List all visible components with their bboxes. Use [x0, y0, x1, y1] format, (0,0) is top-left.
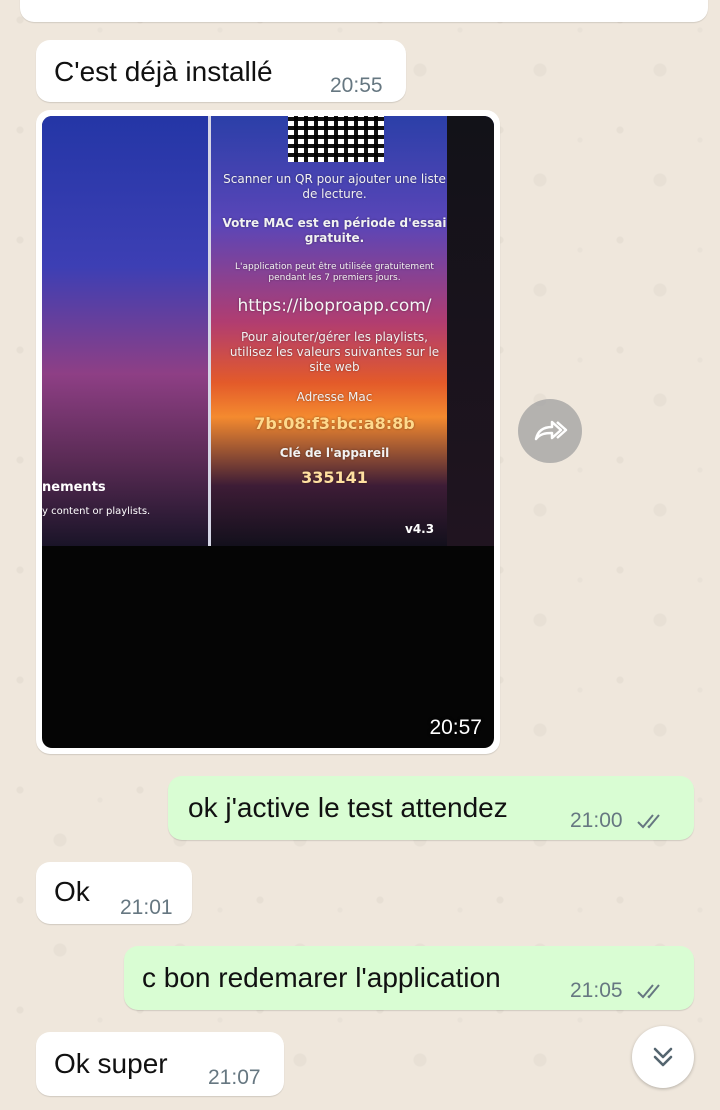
- message-bubble-outgoing[interactable]: c bon redemarer l'application 21:05: [124, 946, 694, 1010]
- message-bubble-incoming[interactable]: Ok super 21:07: [36, 1032, 284, 1096]
- tv-manage-text: Pour ajouter/gérer les playlists, utilis…: [229, 330, 440, 374]
- tv-right-edge: [447, 116, 494, 546]
- forward-icon: [534, 420, 568, 441]
- tv-trial-text: Votre MAC est en période d'essai gratuit…: [222, 216, 447, 245]
- tv-key-label: Clé de l'appareil: [279, 446, 390, 460]
- tv-mac-value: 7b:08:f3:bc:a8:8b: [254, 414, 415, 433]
- message-time: 20:55: [330, 74, 383, 97]
- shared-photo[interactable]: nements y content or playlists. Scanner …: [42, 116, 494, 748]
- message-text: ok j'active le test attendez: [188, 792, 508, 823]
- scroll-to-bottom-button[interactable]: [632, 1026, 694, 1088]
- message-text: c bon redemarer l'application: [142, 962, 501, 993]
- forward-button[interactable]: [518, 399, 582, 463]
- tv-key-value: 335141: [301, 468, 368, 487]
- message-text: Ok super: [54, 1048, 168, 1079]
- message-time: 21:00: [570, 809, 623, 832]
- previous-message-bubble[interactable]: [20, 0, 708, 22]
- tv-divider: [208, 116, 211, 546]
- message-text: Ok: [54, 876, 90, 907]
- double-check-icon: [637, 814, 660, 829]
- message-text: C'est déjà installé: [54, 56, 273, 87]
- message-time: 20:57: [429, 716, 482, 739]
- tv-version: v4.3: [405, 522, 435, 536]
- message-time: 21:05: [570, 979, 623, 1002]
- message-bubble-incoming[interactable]: Ok 21:01: [36, 862, 192, 924]
- qr-code-icon: [288, 116, 384, 162]
- message-time: 21:01: [120, 896, 173, 919]
- tv-url-text: https://iboproapp.com/: [237, 296, 432, 316]
- message-time: 21:07: [208, 1066, 261, 1089]
- message-bubble-incoming[interactable]: C'est déjà installé 20:55: [36, 40, 406, 102]
- double-check-icon: [637, 984, 660, 999]
- tv-free-use-text: L'application peut être utilisée gratuit…: [235, 262, 434, 283]
- tv-mac-label: Adresse Mac: [296, 390, 373, 404]
- tv-left-subtext: y content or playlists.: [42, 506, 151, 517]
- tv-scan-qr-text: Scanner un QR pour ajouter une liste de …: [223, 172, 446, 201]
- message-bubble-outgoing[interactable]: ok j'active le test attendez 21:00: [168, 776, 694, 840]
- image-message-bubble[interactable]: nements y content or playlists. Scanner …: [36, 110, 500, 754]
- double-chevron-down-icon: [653, 1047, 673, 1067]
- tv-left-heading: nements: [42, 480, 106, 495]
